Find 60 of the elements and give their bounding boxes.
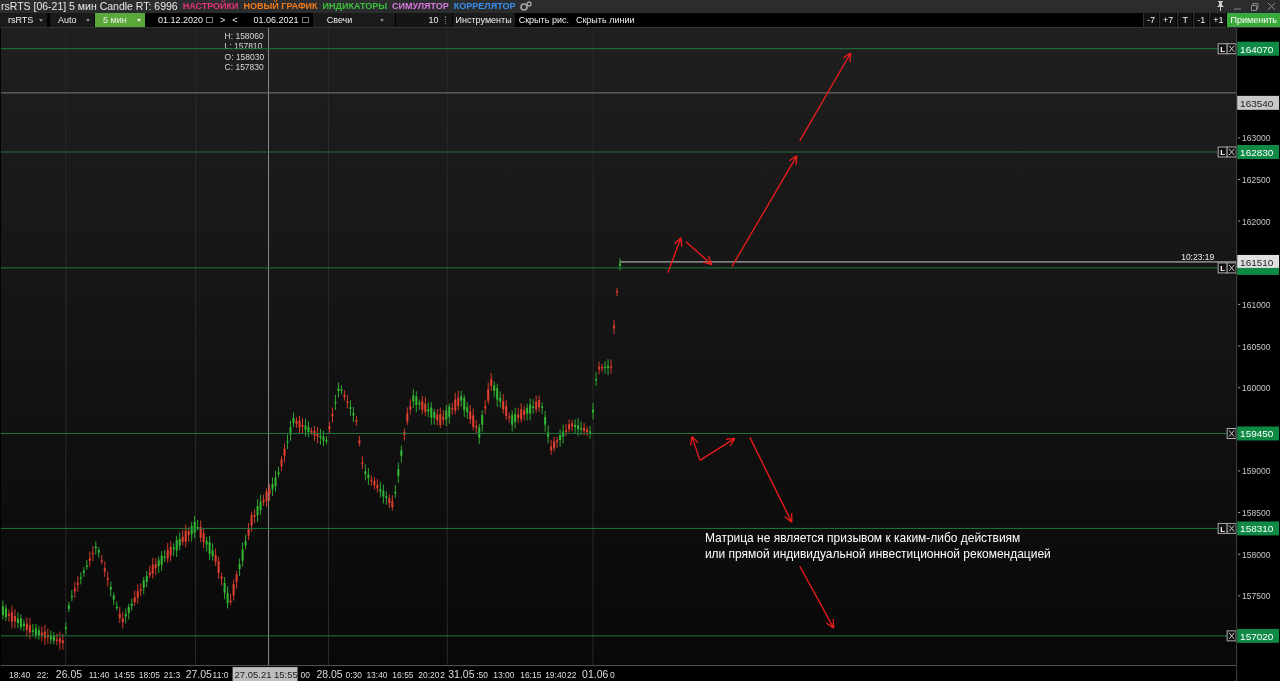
price-label: 157020 (1237, 628, 1280, 643)
price-tick: 162500 (1237, 174, 1271, 185)
price-tick: 158500 (1237, 508, 1271, 519)
time-label: 14:55 (113, 670, 135, 680)
time-label: 01.06 (582, 669, 609, 680)
price-tick: 161000 (1237, 299, 1271, 310)
time-label: :50 (476, 670, 488, 680)
lock-label: L (1220, 264, 1226, 274)
time-label: 11:0 (212, 670, 229, 680)
lock-label: L (1220, 148, 1226, 158)
price-tick: 158000 (1237, 549, 1271, 560)
price-label: 163540 (1237, 95, 1280, 110)
price-tick: 160000 (1237, 383, 1271, 394)
disclaimer-text: Матрица не является призывом к каким-либо действиям (704, 531, 1021, 546)
ohlc-value: O: 158030 (224, 51, 265, 62)
price-label: 158310 (1237, 521, 1280, 536)
time-label: 31.05 (448, 669, 475, 680)
window-title: rsRTS [06-21] 5 мин Candle RT: 6996 (1, 0, 178, 13)
time-label: 22 (567, 670, 577, 680)
menu-link[interactable]: НАСТРОЙКИ (182, 1, 239, 12)
time-label: 19:40 (545, 670, 567, 680)
time-label: 26.05 (55, 669, 83, 680)
time-label: 13:00 (493, 670, 515, 680)
time-text: 10:23:19 (1181, 251, 1215, 262)
menu-link[interactable]: СИМУЛЯТОР (392, 1, 449, 12)
time-label: 20:20 (418, 670, 440, 680)
ohlc-value: C: 157830 (224, 62, 264, 73)
time-label: 21:3 (163, 670, 181, 680)
price-tick: 157500 (1237, 591, 1271, 602)
price-label: 161510 (1237, 254, 1280, 275)
menu-link[interactable]: ИНДИКАТОРЫ (322, 1, 388, 12)
lock-label: L (1220, 45, 1226, 55)
time-label: 16:55 (392, 670, 414, 680)
price-tick: 159000 (1237, 466, 1271, 477)
menu-link[interactable]: КОРРЕЛЯТОР (453, 1, 516, 12)
date-field[interactable]: 01.12.2020 (146, 13, 216, 27)
price-tick: 160500 (1237, 341, 1271, 352)
time-label: 11:40 (88, 670, 110, 680)
lock-label: L (1220, 524, 1226, 534)
menu-link[interactable]: НОВЫЙ ГРАФИК (243, 1, 318, 12)
date-field[interactable]: 01.06.2021 (241, 13, 312, 27)
time-label: 0 (610, 670, 615, 680)
time-label: 00 (300, 670, 310, 680)
ohlc-value: L: 157810 (224, 41, 263, 52)
price-tick: 163000 (1237, 133, 1271, 144)
disclaimer-text: или прямой индивидуальной инвестиционной рекомендацией (704, 547, 1051, 562)
time-label: 18:40 (8, 670, 31, 680)
time-label: 16:15 (520, 670, 542, 680)
price-label: 159450 (1237, 426, 1280, 441)
price-tick: 162000 (1237, 216, 1271, 227)
time-label: 2 (440, 670, 445, 680)
time-label: 13:40 (366, 670, 388, 680)
time-label: 22: (36, 670, 49, 680)
price-label: 162830 (1237, 145, 1280, 159)
time-label: 0:30 (345, 670, 362, 680)
time-label: 28.05 (316, 669, 343, 680)
price-label: 164070 (1237, 41, 1280, 56)
time-label: 18:05 (138, 670, 160, 680)
time-label: 27.05 (185, 669, 212, 680)
ohlc-value: H: 158060 (224, 30, 264, 41)
